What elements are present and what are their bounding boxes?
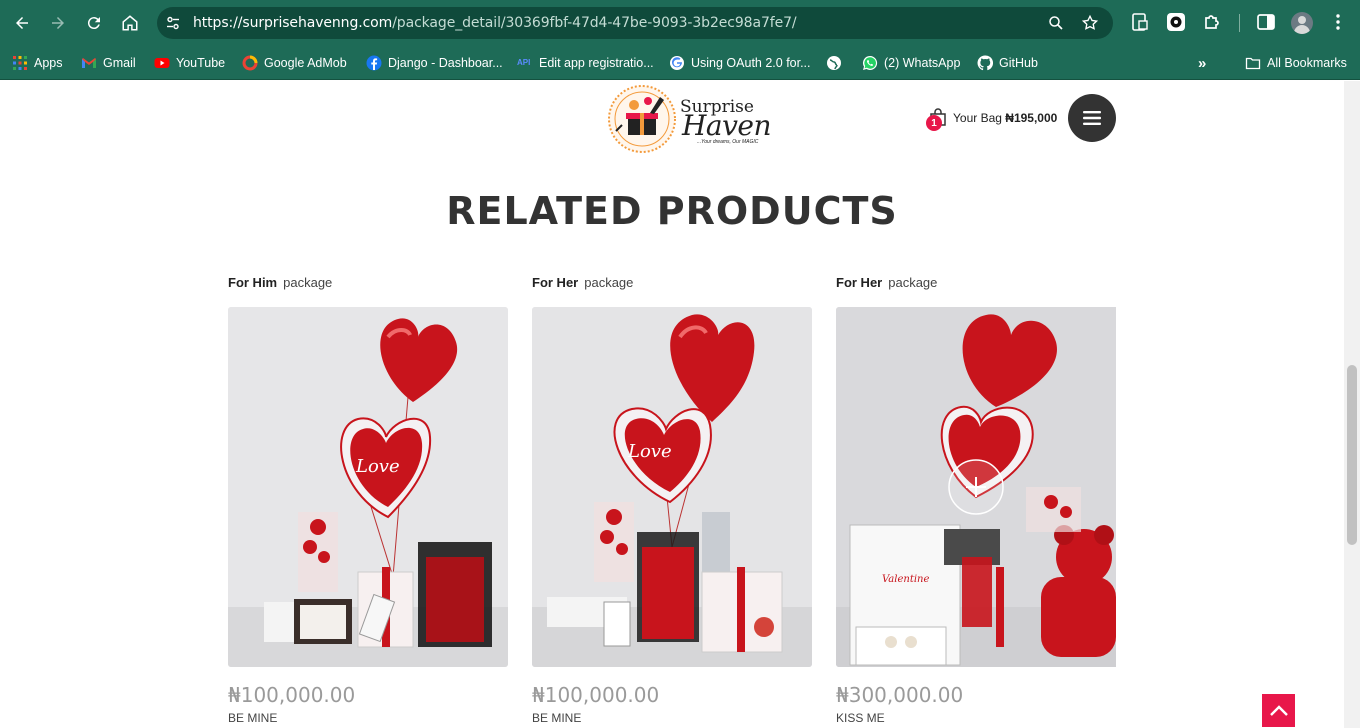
- facebook-icon: [366, 55, 382, 71]
- url-text: https://surprisehavenng.com/package_deta…: [193, 15, 797, 31]
- bookmark-gmail[interactable]: Gmail: [81, 52, 136, 74]
- bookmark-django-dashboard[interactable]: Django - Dashboar...: [366, 52, 503, 74]
- section-title: RELATED PRODUCTS: [446, 189, 898, 233]
- product-meta: For Her package: [836, 275, 938, 290]
- hamburger-icon: [1083, 111, 1101, 125]
- product-photo: Love: [228, 307, 508, 667]
- bookmarks-overflow-chevron-icon[interactable]: »: [1198, 52, 1206, 74]
- bookmark-edit-app-registration[interactable]: API Edit app registratio...: [517, 52, 654, 74]
- forward-icon[interactable]: [46, 11, 70, 35]
- scrollbar-thumb[interactable]: [1347, 365, 1357, 545]
- bookmark-globe[interactable]: [826, 52, 848, 74]
- site-info-icon[interactable]: [165, 15, 181, 31]
- product-photo: Valentine: [836, 307, 1116, 667]
- reload-icon[interactable]: [82, 11, 106, 35]
- svg-text:Valentine: Valentine: [882, 574, 929, 585]
- logo-emblem-icon: [608, 85, 676, 153]
- all-bookmarks-button[interactable]: All Bookmarks: [1245, 52, 1347, 74]
- svg-text:Love: Love: [627, 441, 672, 462]
- bookmark-admob[interactable]: Google AdMob: [242, 52, 347, 74]
- svg-text:Love: Love: [355, 456, 400, 477]
- bookmarks-bar: Apps Gmail YouTube Google AdMob Django -…: [0, 46, 1360, 80]
- page-viewport: Surprise Haven ...Your dreams, Our MAGIC…: [0, 81, 1344, 728]
- gmail-icon: [82, 58, 96, 68]
- menu-button[interactable]: [1068, 94, 1116, 142]
- product-price: ₦300,000.00: [836, 683, 964, 707]
- product-card[interactable]: For Her package Valentine ₦300,000.00 KI…: [836, 275, 1116, 725]
- home-icon[interactable]: [118, 11, 142, 35]
- extension-circle-icon[interactable]: [1166, 12, 1186, 32]
- product-price: ₦100,000.00: [228, 683, 356, 707]
- extension-doc-icon[interactable]: [1130, 12, 1150, 32]
- product-meta: For Her package: [532, 275, 634, 290]
- folder-icon: [1245, 57, 1261, 70]
- back-icon[interactable]: [10, 11, 34, 35]
- address-bar[interactable]: https://surprisehavenng.com/package_deta…: [157, 7, 1113, 39]
- chrome-menu-icon[interactable]: [1328, 12, 1348, 32]
- bookmark-whatsapp[interactable]: (2) WhatsApp: [862, 52, 960, 74]
- apps-grid-icon: [13, 56, 27, 70]
- side-panel-icon[interactable]: [1256, 12, 1276, 32]
- product-name[interactable]: KISS ME: [836, 711, 885, 725]
- product-name[interactable]: BE MINE: [532, 711, 581, 725]
- back-to-top-button[interactable]: [1262, 694, 1295, 727]
- product-price: ₦100,000.00: [532, 683, 660, 707]
- api-icon: API: [517, 58, 531, 67]
- bag-summary[interactable]: Your Bag ₦195,000: [953, 111, 1057, 125]
- site-logo[interactable]: Surprise Haven ...Your dreams, Our MAGIC: [606, 83, 772, 155]
- product-meta: For Him package: [228, 275, 333, 290]
- whatsapp-icon: [863, 55, 878, 70]
- bookmark-youtube[interactable]: YouTube: [154, 52, 225, 74]
- product-image[interactable]: Valentine: [836, 307, 1116, 667]
- youtube-icon: [154, 58, 170, 68]
- chevron-up-icon: [1269, 704, 1288, 716]
- extensions-puzzle-icon[interactable]: [1202, 12, 1222, 32]
- avatar[interactable]: [1291, 12, 1313, 34]
- bookmark-apps[interactable]: Apps: [12, 52, 63, 74]
- zoom-icon[interactable]: [1047, 14, 1065, 32]
- bookmark-github[interactable]: GitHub: [977, 52, 1038, 74]
- google-icon: [670, 56, 684, 70]
- logo-tagline: ...Your dreams, Our MAGIC: [697, 139, 759, 145]
- bag-count-badge: 1: [926, 115, 942, 131]
- product-image[interactable]: Love: [228, 307, 508, 667]
- toolbar-divider: [1239, 14, 1240, 32]
- product-image[interactable]: Love: [532, 307, 812, 667]
- bookmark-star-icon[interactable]: [1081, 14, 1099, 32]
- product-card[interactable]: For Her package Love ₦100,000.00 BE MINE: [532, 275, 812, 725]
- product-card[interactable]: For Him package Love ₦100,000.00 BE MINE: [228, 275, 508, 725]
- admob-icon: [242, 55, 258, 71]
- bookmark-using-oauth[interactable]: Using OAuth 2.0 for...: [669, 52, 811, 74]
- product-name[interactable]: BE MINE: [228, 711, 277, 725]
- globe-icon: [827, 56, 841, 70]
- github-icon: [977, 55, 993, 71]
- browser-toolbar: https://surprisehavenng.com/package_deta…: [0, 0, 1360, 46]
- logo-text-haven: Haven: [682, 109, 772, 142]
- product-photo: Love: [532, 307, 812, 667]
